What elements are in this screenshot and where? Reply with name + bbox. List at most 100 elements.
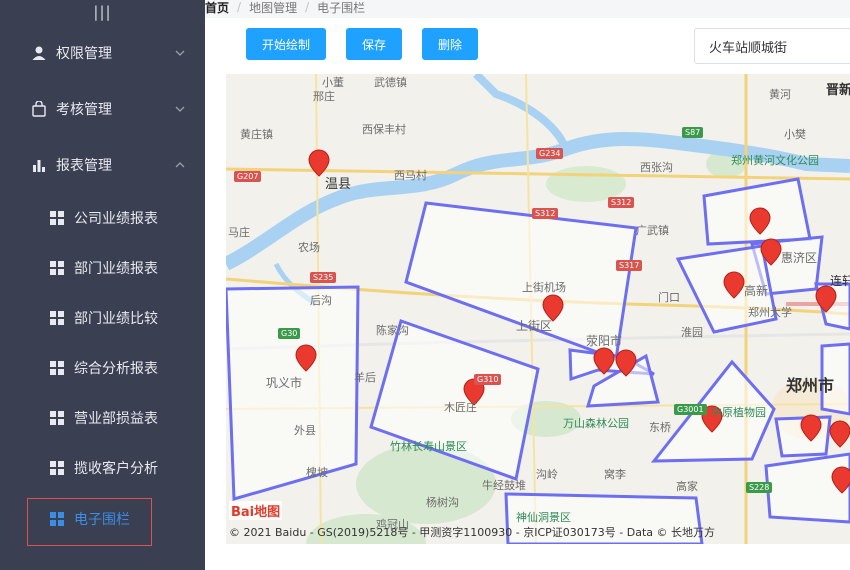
- map-label: 万山森林公园: [563, 417, 629, 430]
- sidebar: ||| 权限管理 考核管理 报表管理 公司业绩报表 部门业绩报表 部门业绩比较 …: [0, 0, 205, 570]
- submenu-geofence[interactable]: 电子围栏: [0, 494, 205, 544]
- road-badge: G310: [474, 374, 502, 385]
- road-badge: S317: [616, 260, 643, 271]
- submenu-department-report[interactable]: 部门业绩报表: [0, 243, 205, 293]
- map-copyright: © 2021 Baidu - GS(2019)5218号 - 甲测资字11009…: [229, 526, 716, 539]
- menu-reports-label: 报表管理: [56, 158, 112, 174]
- map-label: 西马村: [394, 169, 427, 182]
- search-input[interactable]: 火车站顺城街: [694, 28, 850, 64]
- breadcrumb-separator: /: [305, 0, 310, 14]
- submenu-customer-analysis[interactable]: 揽收客户分析: [0, 443, 205, 493]
- grid-icon: [50, 461, 64, 475]
- map-label: 惠济区: [781, 251, 818, 265]
- map-label: 晋新: [826, 83, 850, 98]
- map-label: 神仙洞景区: [516, 511, 571, 524]
- road-badge: S228: [746, 482, 773, 493]
- road-badge: G207: [234, 171, 262, 182]
- map-label: 武德镇: [374, 76, 407, 89]
- map-label: 槐坡: [306, 466, 328, 479]
- map-label: 小樊: [784, 128, 806, 141]
- map-canvas[interactable]: 武德镇 小董 邢庄 黄庄镇 西保丰村 西马村 温县 马庄 农场 后沟 陈家沟 上…: [226, 74, 850, 544]
- grid-icon: [50, 311, 64, 325]
- map-label: 西保丰村: [362, 123, 406, 136]
- map-label: 窝李: [604, 468, 626, 481]
- breadcrumb-map[interactable]: 地图管理: [249, 0, 297, 16]
- delete-button[interactable]: 删除: [422, 28, 478, 60]
- map-label: 荥阳市: [586, 334, 623, 348]
- grid-icon: [50, 261, 64, 275]
- menu-assessment-label: 考核管理: [56, 102, 112, 118]
- map-label: 邢庄: [313, 90, 335, 103]
- road-badge: S87: [682, 127, 704, 138]
- map-label: 东桥: [649, 421, 671, 434]
- app-root: ||| 权限管理 考核管理 报表管理 公司业绩报表 部门业绩报表 部门业绩比较 …: [0, 0, 850, 570]
- map-label: 黄庄镇: [240, 128, 273, 141]
- submenu-company-report[interactable]: 公司业绩报表: [0, 193, 205, 243]
- map-label: 上街机场: [522, 281, 566, 294]
- map-label: 杨树沟: [426, 496, 459, 509]
- bar-chart-icon: [30, 156, 48, 174]
- map-label: 郑州大学: [748, 306, 792, 319]
- menu-permission[interactable]: 权限管理: [0, 25, 205, 81]
- menu-permission-label: 权限管理: [56, 46, 112, 62]
- map-label: 温县: [325, 177, 352, 192]
- menu-assessment[interactable]: 考核管理: [0, 81, 205, 137]
- grid-icon: [50, 411, 64, 425]
- map-label: 陈家沟: [376, 324, 409, 337]
- map-label: 连轩: [830, 274, 850, 288]
- map-label: 巩义市: [266, 376, 303, 390]
- road-badge: S312: [608, 197, 635, 208]
- map-label: 郑州市: [786, 376, 835, 395]
- map-label: 门口: [658, 291, 680, 304]
- map-label: 黄河: [769, 88, 791, 101]
- user-icon: [30, 44, 48, 62]
- submenu-label: 营业部损益表: [74, 411, 158, 427]
- map-label: 郑州黄河文化公园: [731, 154, 819, 167]
- map-label: 外县: [294, 424, 316, 437]
- submenu-label: 部门业绩比较: [74, 311, 158, 327]
- map-label: 马庄: [228, 226, 250, 239]
- map-label: 木匠庄: [444, 401, 477, 414]
- submenu-label: 电子围栏: [74, 512, 130, 528]
- map-label: 中原植物园: [711, 406, 766, 419]
- breadcrumb: 首页 / 地图管理 / 电子围栏: [205, 0, 365, 15]
- map-label: 羊后: [354, 371, 376, 384]
- map-label: 牛经鼓堆: [482, 479, 526, 492]
- sidebar-toggle[interactable]: |||: [0, 0, 205, 24]
- breadcrumb-geofence: 电子围栏: [317, 0, 366, 15]
- start-draw-button[interactable]: 开始绘制: [246, 28, 326, 60]
- map-label: 上街区: [516, 319, 553, 333]
- road-badge: G3001: [674, 404, 707, 415]
- road-badge: G234: [536, 148, 564, 159]
- map-label: 高家: [676, 480, 698, 493]
- road-badge: G30: [278, 328, 301, 339]
- baidu-logo: Bai地图: [229, 501, 283, 520]
- submenu-label: 公司业绩报表: [74, 211, 158, 227]
- map-label: 广武镇: [636, 224, 669, 237]
- submenu-department-compare[interactable]: 部门业绩比较: [0, 293, 205, 343]
- bottom-strip: [205, 560, 850, 570]
- submenu-label: 综合分析报表: [74, 361, 158, 377]
- map-label: 农场: [298, 241, 320, 254]
- menu-reports[interactable]: 报表管理: [0, 137, 205, 193]
- submenu-label: 部门业绩报表: [74, 261, 158, 277]
- chevron-up-icon: [175, 162, 185, 168]
- submenu-analysis-report[interactable]: 综合分析报表: [0, 343, 205, 393]
- bag-icon: [30, 100, 48, 118]
- grid-icon: [50, 512, 64, 526]
- chevron-down-icon: [175, 106, 185, 112]
- road-badge: S235: [310, 272, 337, 283]
- road-badge: S312: [532, 208, 559, 219]
- save-button[interactable]: 保存: [346, 28, 402, 60]
- map-label: 高新: [744, 284, 769, 298]
- submenu-label: 揽收客户分析: [74, 461, 158, 477]
- submenu-profit-loss[interactable]: 营业部损益表: [0, 393, 205, 443]
- chevron-down-icon: [175, 50, 185, 56]
- map-label: 沟岭: [536, 468, 558, 481]
- map-label: 西张沟: [640, 161, 673, 174]
- grid-icon: [50, 361, 64, 375]
- breadcrumb-home[interactable]: 首页: [205, 0, 229, 16]
- map-label: 后沟: [310, 294, 332, 307]
- breadcrumb-separator: /: [237, 0, 242, 14]
- grid-icon: [50, 211, 64, 225]
